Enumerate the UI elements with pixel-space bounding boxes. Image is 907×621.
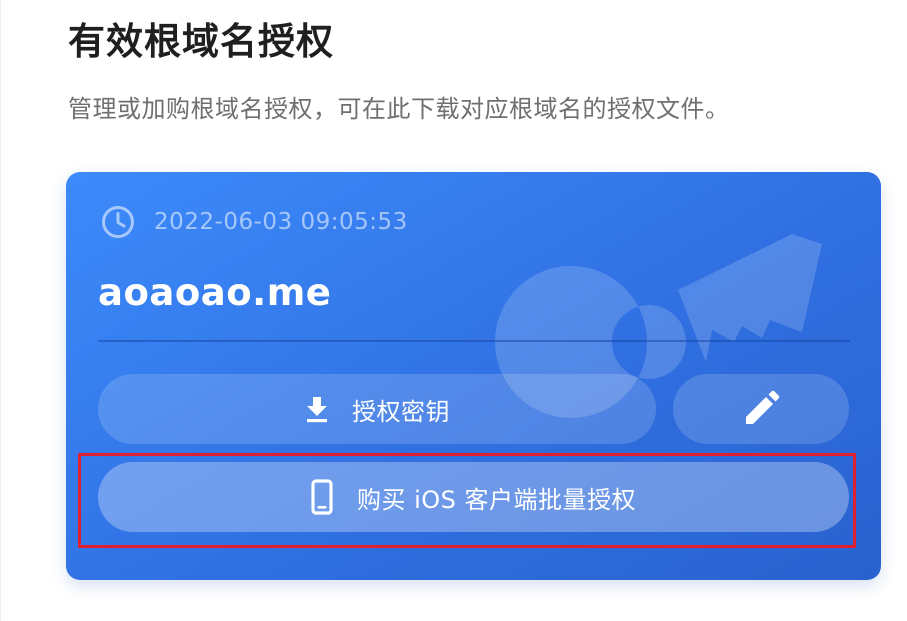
license-key-label: 授权密钥 <box>352 397 450 426</box>
card-divider <box>98 340 850 342</box>
page-title: 有效根域名授权 <box>68 20 334 63</box>
license-time-row: 2022-06-03 09:05:53 <box>100 204 408 240</box>
download-icon <box>304 395 330 423</box>
left-divider <box>0 0 1 621</box>
license-timestamp: 2022-06-03 09:05:53 <box>154 209 408 235</box>
page-subtitle: 管理或加购根域名授权，可在此下载对应根域名的授权文件。 <box>68 95 730 123</box>
buy-ios-batch-license-label: 购买 iOS 客户端批量授权 <box>356 485 637 514</box>
page: 有效根域名授权 管理或加购根域名授权，可在此下载对应根域名的授权文件。 2022… <box>0 0 907 621</box>
smartphone-icon <box>311 479 333 515</box>
pencil-icon <box>741 389 781 429</box>
buy-ios-batch-license-button[interactable]: 购买 iOS 客户端批量授权 <box>98 462 849 532</box>
clock-icon <box>100 204 136 240</box>
domain-name: aoaoao.me <box>98 271 332 314</box>
domain-license-card: 2022-06-03 09:05:53 aoaoao.me 授权密钥 购买 iO… <box>66 172 881 580</box>
edit-button[interactable] <box>673 374 849 444</box>
license-key-download-button[interactable]: 授权密钥 <box>98 374 656 444</box>
